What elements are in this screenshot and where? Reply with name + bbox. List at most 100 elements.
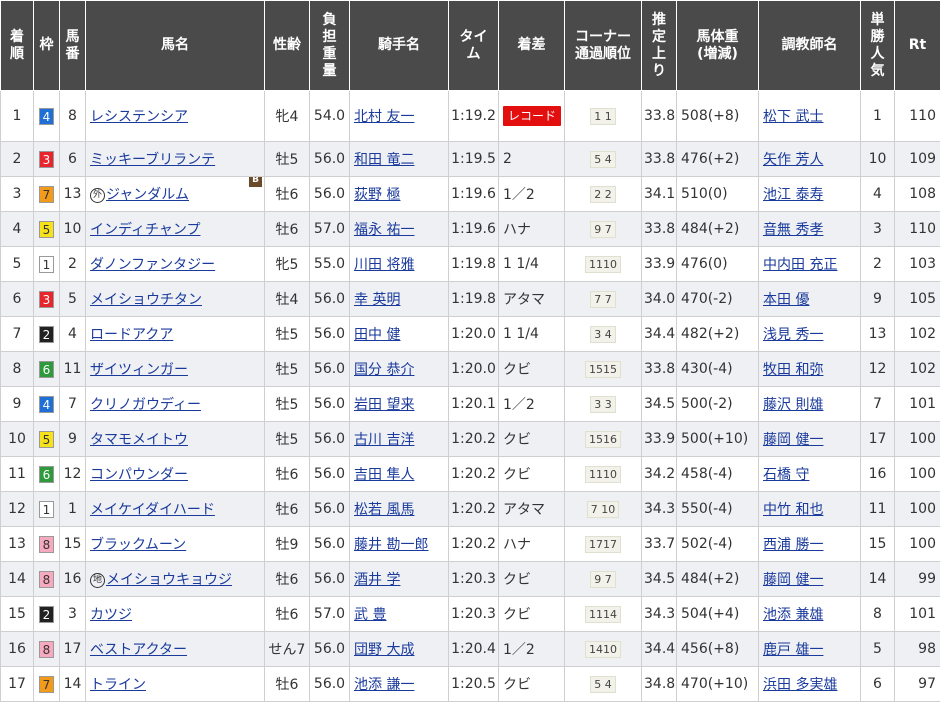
jockey-link[interactable]: 北村 友一 bbox=[354, 109, 414, 125]
corner-order: 1717 bbox=[585, 535, 621, 553]
jockey-link[interactable]: 古川 吉洋 bbox=[354, 432, 414, 448]
trainer-link[interactable]: 西浦 勝一 bbox=[763, 537, 823, 553]
jockey-link[interactable]: 松若 風馬 bbox=[354, 502, 414, 518]
popularity-cell: 4 bbox=[860, 176, 895, 212]
margin-cell: アタマ bbox=[498, 281, 565, 317]
header-jockey: 騎手名 bbox=[349, 0, 449, 91]
bodyweight-cell: 470(-2) bbox=[676, 281, 759, 317]
umaban-cell: 7 bbox=[59, 386, 86, 422]
waku-cell: 3 bbox=[33, 281, 60, 317]
trainer-link[interactable]: 中竹 和也 bbox=[763, 502, 823, 518]
trainer-link[interactable]: 池江 泰寿 bbox=[763, 187, 823, 203]
header-rank: 着順 bbox=[0, 0, 34, 91]
rank-cell: 9 bbox=[0, 386, 34, 422]
jockey-link[interactable]: 福永 祐一 bbox=[354, 222, 414, 238]
bodyweight-cell: 484(+2) bbox=[676, 211, 759, 247]
waku-cell: 7 bbox=[33, 666, 60, 702]
trainer-link[interactable]: 浅見 秀一 bbox=[763, 327, 823, 343]
horse-name-link[interactable]: ザイツィンガー bbox=[90, 362, 188, 378]
umaban-cell: 14 bbox=[59, 666, 86, 702]
jockey-link[interactable]: 酒井 学 bbox=[354, 572, 400, 588]
jockey-link[interactable]: 団野 大成 bbox=[354, 642, 414, 658]
jockey-link[interactable]: 国分 恭介 bbox=[354, 362, 414, 378]
margin-text: アタマ bbox=[503, 502, 545, 518]
trainer-link[interactable]: 藤岡 健一 bbox=[763, 432, 823, 448]
jockey-link[interactable]: 田中 健 bbox=[354, 327, 400, 343]
corner-order: 7 10 bbox=[586, 500, 620, 518]
blinker-icon: B bbox=[249, 177, 262, 187]
trainer-link[interactable]: 中内田 充正 bbox=[763, 257, 837, 273]
corner-cell: 1114 bbox=[564, 596, 642, 632]
popularity-cell: 5 bbox=[860, 631, 895, 667]
horse-name-link[interactable]: ジャンダルム bbox=[106, 187, 189, 203]
waku-cell: 4 bbox=[33, 90, 60, 142]
horse-name-link[interactable]: ブラックムーン bbox=[90, 537, 186, 553]
bodyweight-cell: 500(-2) bbox=[676, 386, 759, 422]
rating-cell: 99 bbox=[894, 561, 940, 597]
jockey-link[interactable]: 幸 英明 bbox=[354, 292, 400, 308]
trainer-link[interactable]: 本田 優 bbox=[763, 292, 809, 308]
trainer-link[interactable]: 藤岡 健一 bbox=[763, 572, 823, 588]
trainer-cell: 池添 兼雄 bbox=[758, 596, 861, 632]
jockey-cell: 国分 恭介 bbox=[349, 351, 449, 387]
jockey-link[interactable]: 藤井 勘一郎 bbox=[354, 537, 428, 553]
corner-cell: 1516 bbox=[564, 421, 642, 457]
horse-name-link[interactable]: ロードアクア bbox=[90, 327, 173, 343]
last3f-cell: 34.5 bbox=[641, 561, 677, 597]
jockey-link[interactable]: 和田 竜二 bbox=[354, 152, 414, 168]
trainer-link[interactable]: 池添 兼雄 bbox=[763, 607, 823, 623]
horse-name-link[interactable]: インディチャンプ bbox=[90, 222, 200, 238]
margin-cell: 1／2 bbox=[498, 176, 565, 212]
trainer-link[interactable]: 鹿戸 雄一 bbox=[763, 642, 823, 658]
time-cell: 1:20.3 bbox=[448, 596, 499, 632]
table-row: 16 8 17 ベストアクター せん7 56.0 団野 大成 1:20.4 1／2 1410 34.… bbox=[0, 631, 940, 667]
horse-name-link[interactable]: メイショウチタン bbox=[90, 292, 202, 308]
waku-badge: 5 bbox=[39, 220, 54, 238]
jockey-link[interactable]: 吉田 隼人 bbox=[354, 467, 414, 483]
horse-name-link[interactable]: メイケイダイハード bbox=[90, 502, 215, 518]
horse-name-link[interactable]: ダノンファンタジー bbox=[90, 257, 215, 273]
weight-cell: 56.0 bbox=[309, 386, 350, 422]
rank-cell: 5 bbox=[0, 246, 34, 282]
waku-badge: 8 bbox=[39, 640, 54, 658]
trainer-link[interactable]: 松下 武士 bbox=[763, 109, 823, 125]
margin-text: クビ bbox=[503, 467, 531, 483]
header-horse: 馬名 bbox=[85, 0, 265, 91]
jockey-link[interactable]: 川田 将雅 bbox=[354, 257, 414, 273]
popularity-cell: 6 bbox=[860, 666, 895, 702]
horse-name-link[interactable]: ベストアクター bbox=[90, 642, 187, 658]
horse-name-link[interactable]: クリノガウディー bbox=[90, 397, 201, 413]
horse-name-link[interactable]: コンパウンダー bbox=[90, 467, 188, 483]
popularity-cell: 9 bbox=[860, 281, 895, 317]
horse-name-link[interactable]: カツジ bbox=[90, 607, 132, 623]
jockey-link[interactable]: 岩田 望来 bbox=[354, 397, 414, 413]
horse-name-cell: クリノガウディー bbox=[85, 386, 265, 422]
waku-badge: 7 bbox=[39, 185, 54, 203]
trainer-link[interactable]: 藤沢 則雄 bbox=[763, 397, 823, 413]
horse-name-cell: ロードアクア bbox=[85, 316, 265, 352]
horse-name-link[interactable]: タマモメイトウ bbox=[90, 432, 188, 448]
trainer-link[interactable]: 浜田 多実雄 bbox=[763, 677, 837, 693]
margin-cell: 1／2 bbox=[498, 386, 565, 422]
jockey-link[interactable]: 池添 謙一 bbox=[354, 677, 414, 693]
jockey-link[interactable]: 武 豊 bbox=[354, 607, 386, 623]
horse-name-link[interactable]: レシステンシア bbox=[90, 109, 188, 125]
jockey-cell: 田中 健 bbox=[349, 316, 449, 352]
corner-cell: 1515 bbox=[564, 351, 642, 387]
horse-name-link[interactable]: ミッキーブリランテ bbox=[90, 152, 215, 168]
trainer-link[interactable]: 音無 秀孝 bbox=[763, 222, 823, 238]
trainer-link[interactable]: 石橋 守 bbox=[763, 467, 809, 483]
trainer-link[interactable]: 牧田 和弥 bbox=[763, 362, 823, 378]
horse-name-link[interactable]: トライン bbox=[90, 677, 146, 693]
rank-cell: 8 bbox=[0, 351, 34, 387]
jockey-link[interactable]: 荻野 極 bbox=[354, 187, 400, 203]
horse-name-link[interactable]: メイショウキョウジ bbox=[106, 572, 232, 588]
trainer-link[interactable]: 矢作 芳人 bbox=[763, 152, 823, 168]
waku-badge: 3 bbox=[39, 290, 54, 308]
margin-text: 2 bbox=[503, 151, 512, 167]
margin-cell: アタマ bbox=[498, 491, 565, 527]
sexage-cell: 牝4 bbox=[264, 90, 310, 142]
corner-cell: 9 7 bbox=[564, 211, 642, 247]
time-cell: 1:19.6 bbox=[448, 176, 499, 212]
corner-order: 3 3 bbox=[590, 395, 616, 413]
